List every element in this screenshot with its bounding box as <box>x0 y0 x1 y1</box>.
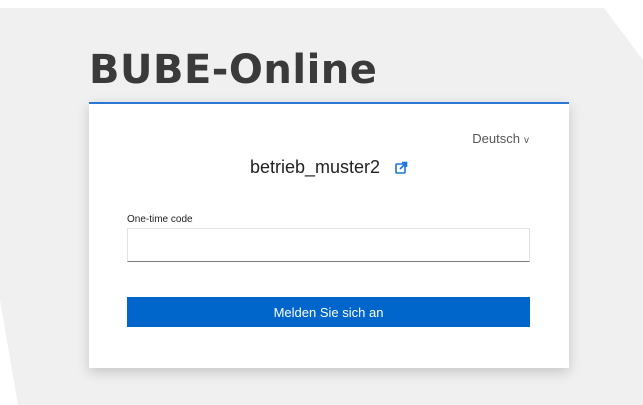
login-card: Deutsch v betrieb_muster2 One-time code M… <box>89 102 569 368</box>
language-select[interactable]: Deutsch v <box>472 131 529 146</box>
submit-button[interactable]: Melden Sie sich an <box>127 297 530 327</box>
otp-label: One-time code <box>127 214 193 225</box>
chevron-down-icon: v <box>524 135 529 146</box>
edit-user-icon[interactable] <box>395 158 408 179</box>
language-label: Deutsch <box>472 131 520 146</box>
app-title: BUBE-Online <box>89 47 378 93</box>
username-row: betrieb_muster2 <box>89 157 569 179</box>
username: betrieb_muster2 <box>249 157 381 177</box>
otp-input[interactable] <box>127 228 530 262</box>
